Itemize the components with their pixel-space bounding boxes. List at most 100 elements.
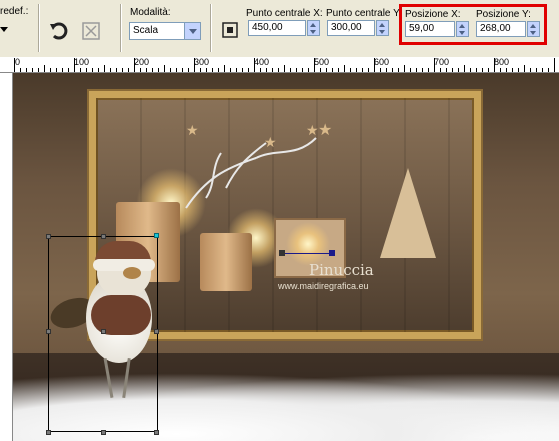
ruler-tick bbox=[302, 68, 303, 72]
path-segment bbox=[285, 253, 331, 254]
center-x-spinner[interactable] bbox=[307, 20, 320, 36]
ruler-tick bbox=[518, 68, 519, 72]
ruler-tick bbox=[344, 65, 345, 72]
ruler-tick bbox=[512, 68, 513, 72]
ruler-tick bbox=[158, 68, 159, 72]
apply-icon[interactable] bbox=[80, 20, 102, 42]
preset-dropdown-icon[interactable] bbox=[0, 27, 8, 32]
ruler-tick bbox=[26, 68, 27, 72]
ruler-tick bbox=[476, 68, 477, 72]
ruler-tick bbox=[458, 68, 459, 72]
ruler-tick bbox=[500, 68, 501, 72]
ruler-tick bbox=[296, 68, 297, 72]
mode-select[interactable]: Scala bbox=[129, 22, 201, 40]
reset-icon[interactable] bbox=[48, 20, 70, 42]
ruler-tick bbox=[230, 68, 231, 72]
ruler-tick bbox=[356, 68, 357, 72]
resize-handle[interactable] bbox=[101, 234, 106, 239]
ruler-tick bbox=[242, 68, 243, 72]
ruler-tick bbox=[452, 68, 453, 72]
ruler-tick bbox=[548, 68, 549, 72]
ruler-tick bbox=[182, 68, 183, 72]
resize-handle[interactable] bbox=[101, 329, 106, 334]
resize-handle[interactable] bbox=[46, 430, 51, 435]
center-pivot-icon[interactable] bbox=[219, 19, 241, 41]
ruler-tick bbox=[554, 58, 555, 72]
ruler-tick bbox=[362, 68, 363, 72]
ruler-label: 500 bbox=[314, 57, 330, 67]
ruler-tick bbox=[524, 65, 525, 72]
ruler-tick bbox=[98, 68, 99, 72]
ruler-tick bbox=[212, 68, 213, 72]
ruler-tick bbox=[50, 68, 51, 72]
resize-handle[interactable] bbox=[154, 430, 159, 435]
ruler-tick bbox=[338, 68, 339, 72]
ruler-tick bbox=[32, 68, 33, 72]
ruler-tick bbox=[20, 68, 21, 72]
path-node[interactable] bbox=[329, 250, 335, 256]
image-canvas[interactable]: ★ ★ ★ ★ Pinuccia www.maidiregrafica.eu bbox=[13, 73, 559, 441]
ruler-tick bbox=[38, 68, 39, 72]
ruler-tick bbox=[398, 68, 399, 72]
tool-options-toolbar: redef.: Modalità: Scala Punto centrale X… bbox=[0, 0, 559, 58]
separator bbox=[38, 4, 40, 52]
ruler-tick bbox=[416, 68, 417, 72]
ruler-tick bbox=[236, 68, 237, 72]
center-x-field[interactable]: 450,00 bbox=[248, 20, 306, 36]
ruler-tick bbox=[140, 68, 141, 72]
ruler-label: 0 bbox=[15, 57, 21, 67]
ruler-label: 300 bbox=[194, 57, 210, 67]
ruler-tick bbox=[368, 68, 369, 72]
position-highlight-box bbox=[399, 4, 547, 45]
ruler-tick bbox=[410, 68, 411, 72]
separator bbox=[210, 4, 212, 52]
snowy-branches bbox=[185, 137, 317, 209]
burlap-tree bbox=[380, 168, 436, 258]
chevron-down-icon[interactable] bbox=[184, 23, 200, 39]
ruler-tick bbox=[380, 68, 381, 72]
rotate-handle[interactable] bbox=[154, 233, 159, 238]
ruler-tick bbox=[284, 65, 285, 72]
ruler-tick bbox=[392, 68, 393, 72]
ruler-label: 100 bbox=[74, 57, 90, 67]
ruler-tick bbox=[266, 68, 267, 72]
resize-handle[interactable] bbox=[46, 329, 51, 334]
ruler-tick bbox=[248, 68, 249, 72]
ruler-tick bbox=[308, 68, 309, 72]
resize-handle[interactable] bbox=[154, 329, 159, 334]
ruler-tick bbox=[428, 68, 429, 72]
ruler-tick bbox=[62, 68, 63, 72]
ruler-tick bbox=[272, 68, 273, 72]
ruler-tick bbox=[332, 68, 333, 72]
resize-handle[interactable] bbox=[101, 430, 106, 435]
ruler-tick bbox=[164, 65, 165, 72]
ruler-tick bbox=[464, 65, 465, 72]
ruler-tick bbox=[116, 68, 117, 72]
ruler-label: 600 bbox=[374, 57, 390, 67]
ruler-label: 800 bbox=[494, 57, 510, 67]
resize-handle[interactable] bbox=[46, 234, 51, 239]
ruler-tick bbox=[224, 65, 225, 72]
ruler-tick bbox=[260, 68, 261, 72]
ruler-tick bbox=[320, 68, 321, 72]
ruler-tick bbox=[446, 68, 447, 72]
ruler-tick bbox=[122, 68, 123, 72]
selection-bounding-box[interactable] bbox=[48, 236, 158, 432]
ruler-tick bbox=[152, 68, 153, 72]
ruler-tick bbox=[128, 68, 129, 72]
candle bbox=[200, 233, 252, 291]
center-x-label: Punto centrale X: bbox=[246, 8, 323, 19]
ruler-tick bbox=[44, 65, 45, 72]
ruler-tick bbox=[536, 68, 537, 72]
ruler-tick bbox=[206, 68, 207, 72]
ruler-label: 200 bbox=[134, 57, 150, 67]
ruler-tick bbox=[506, 68, 507, 72]
center-y-spinner[interactable] bbox=[376, 20, 389, 36]
center-y-field[interactable]: 300,00 bbox=[327, 20, 375, 36]
ruler-tick bbox=[80, 68, 81, 72]
ruler-tick bbox=[482, 68, 483, 72]
preset-label: redef.: bbox=[0, 6, 29, 17]
separator bbox=[120, 4, 122, 52]
watermark-name: Pinuccia bbox=[309, 261, 374, 279]
ruler-tick bbox=[530, 68, 531, 72]
